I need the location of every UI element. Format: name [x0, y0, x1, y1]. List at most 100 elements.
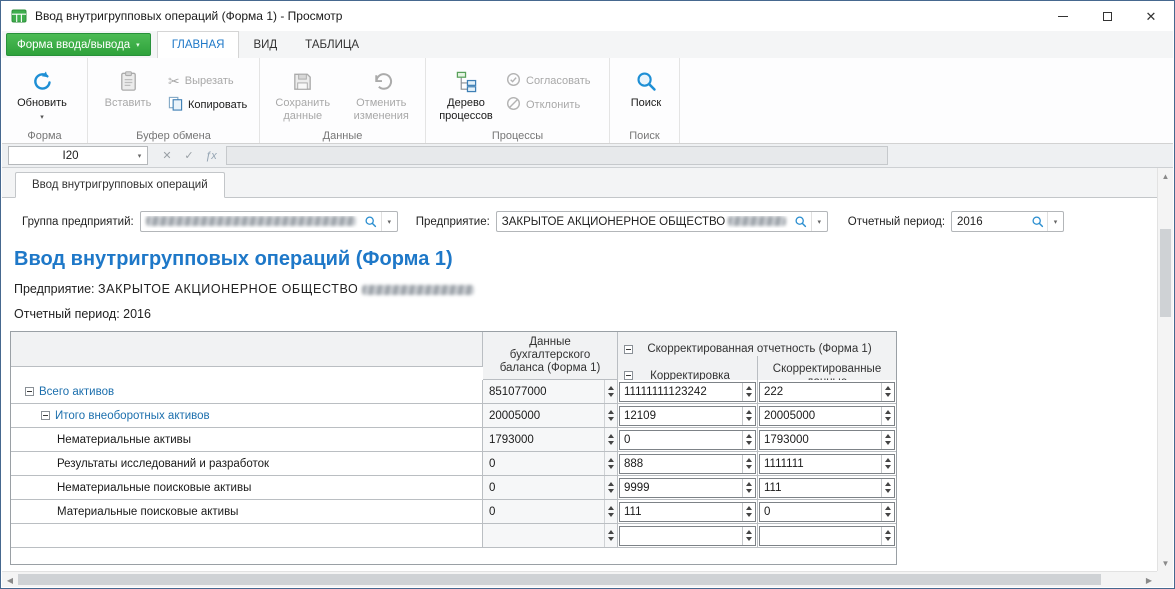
- spin-up-icon[interactable]: [608, 506, 614, 510]
- spin-up-icon[interactable]: [746, 482, 752, 486]
- scroll-right-icon[interactable]: ▶: [1141, 572, 1157, 588]
- adjusted-cell[interactable]: 1111111: [758, 452, 896, 476]
- minimize-button[interactable]: [1041, 1, 1085, 31]
- search-button[interactable]: Поиск: [614, 62, 678, 110]
- spin-up-icon[interactable]: [746, 410, 752, 414]
- balance-cell[interactable]: 20005000: [483, 404, 618, 428]
- spin-up-icon[interactable]: [608, 410, 614, 414]
- cell-reference-box[interactable]: I20 ▾: [8, 146, 148, 165]
- ribbon-tab-view[interactable]: ВИД: [239, 31, 291, 58]
- spin-up-icon[interactable]: [608, 482, 614, 486]
- spinner-arrows[interactable]: [604, 476, 617, 499]
- collapse-icon[interactable]: [624, 345, 633, 354]
- table-row-label[interactable]: [11, 524, 483, 548]
- adjusted-cell[interactable]: 111: [758, 476, 896, 500]
- spinner-arrows[interactable]: [742, 455, 755, 473]
- spinner-arrows[interactable]: [742, 527, 755, 545]
- collapse-icon[interactable]: [41, 411, 50, 420]
- close-button[interactable]: ✕: [1129, 1, 1173, 31]
- ribbon-tab-main[interactable]: ГЛАВНАЯ: [157, 31, 240, 58]
- adjustment-cell[interactable]: 12109: [618, 404, 758, 428]
- spin-down-icon[interactable]: [885, 393, 891, 397]
- spinner-arrows[interactable]: [742, 431, 755, 449]
- copy-button[interactable]: Копировать: [168, 95, 247, 115]
- spin-down-icon[interactable]: [746, 393, 752, 397]
- process-tree-button[interactable]: Дерево процессов: [430, 62, 502, 122]
- document-tab[interactable]: Ввод внутригрупповых операций: [15, 172, 225, 198]
- spin-up-icon[interactable]: [608, 458, 614, 462]
- spin-up-icon[interactable]: [746, 458, 752, 462]
- spin-up-icon[interactable]: [885, 458, 891, 462]
- spin-up-icon[interactable]: [885, 434, 891, 438]
- spinner-arrows[interactable]: [881, 479, 894, 497]
- spin-down-icon[interactable]: [608, 537, 614, 541]
- chevron-down-icon[interactable]: ▾: [132, 152, 147, 160]
- spin-down-icon[interactable]: [746, 465, 752, 469]
- spinner-arrows[interactable]: [742, 383, 755, 401]
- spin-down-icon[interactable]: [885, 537, 891, 541]
- spin-down-icon[interactable]: [885, 417, 891, 421]
- spin-up-icon[interactable]: [746, 506, 752, 510]
- spinner-arrows[interactable]: [881, 527, 894, 545]
- spin-down-icon[interactable]: [746, 441, 752, 445]
- spin-up-icon[interactable]: [885, 386, 891, 390]
- chevron-down-icon[interactable]: ▾: [1047, 212, 1063, 231]
- table-row-label[interactable]: Результаты исследований и разработок: [11, 452, 483, 476]
- spinner-arrows[interactable]: [881, 503, 894, 521]
- table-row-label[interactable]: Всего активов: [11, 380, 483, 404]
- period-filter-input[interactable]: 2016 ▾: [951, 211, 1064, 232]
- vertical-scrollbar[interactable]: ▲ ▼: [1157, 168, 1173, 571]
- spin-down-icon[interactable]: [608, 441, 614, 445]
- spinner-arrows[interactable]: [604, 428, 617, 451]
- spin-down-icon[interactable]: [885, 513, 891, 517]
- spin-up-icon[interactable]: [608, 530, 614, 534]
- adjustment-cell[interactable]: 111: [618, 500, 758, 524]
- adjusted-cell[interactable]: 0: [758, 500, 896, 524]
- maximize-button[interactable]: [1085, 1, 1129, 31]
- spin-down-icon[interactable]: [746, 489, 752, 493]
- spin-up-icon[interactable]: [746, 530, 752, 534]
- spinner-arrows[interactable]: [742, 407, 755, 425]
- spin-up-icon[interactable]: [608, 386, 614, 390]
- spin-up-icon[interactable]: [885, 482, 891, 486]
- spinner-arrows[interactable]: [604, 452, 617, 475]
- adjusted-cell[interactable]: 1793000: [758, 428, 896, 452]
- adjusted-cell[interactable]: 222: [758, 380, 896, 404]
- spin-up-icon[interactable]: [746, 434, 752, 438]
- horizontal-scrollbar[interactable]: ◀ ▶: [2, 571, 1157, 587]
- balance-cell[interactable]: 0: [483, 452, 618, 476]
- collapse-icon[interactable]: [624, 371, 633, 380]
- adjustment-cell[interactable]: 0: [618, 428, 758, 452]
- chevron-down-icon[interactable]: ▾: [811, 212, 827, 231]
- table-row-label[interactable]: Материальные поисковые активы: [11, 500, 483, 524]
- spin-down-icon[interactable]: [608, 465, 614, 469]
- balance-cell[interactable]: 0: [483, 500, 618, 524]
- ribbon-tab-table[interactable]: ТАБЛИЦА: [291, 31, 373, 58]
- adjustment-cell[interactable]: [618, 524, 758, 548]
- group-filter-input[interactable]: ▾: [140, 211, 398, 232]
- spin-down-icon[interactable]: [608, 393, 614, 397]
- scroll-up-icon[interactable]: ▲: [1158, 168, 1173, 184]
- balance-cell[interactable]: 1793000: [483, 428, 618, 452]
- spinner-arrows[interactable]: [881, 431, 894, 449]
- adjustment-cell[interactable]: 11111111123242: [618, 380, 758, 404]
- spinner-arrows[interactable]: [881, 407, 894, 425]
- refresh-button[interactable]: Обновить ▾: [6, 62, 78, 121]
- spin-down-icon[interactable]: [746, 417, 752, 421]
- spinner-arrows[interactable]: [742, 503, 755, 521]
- spinner-arrows[interactable]: [604, 524, 617, 547]
- table-row-label[interactable]: Нематериальные активы: [11, 428, 483, 452]
- scroll-down-icon[interactable]: ▼: [1158, 555, 1173, 571]
- horizontal-scroll-thumb[interactable]: [18, 574, 1101, 585]
- spin-up-icon[interactable]: [608, 434, 614, 438]
- spinner-arrows[interactable]: [604, 500, 617, 523]
- spinner-arrows[interactable]: [742, 479, 755, 497]
- spinner-arrows[interactable]: [881, 383, 894, 401]
- vertical-scroll-thumb[interactable]: [1160, 229, 1171, 317]
- spin-down-icon[interactable]: [608, 417, 614, 421]
- spin-down-icon[interactable]: [885, 441, 891, 445]
- balance-cell[interactable]: 851077000: [483, 380, 618, 404]
- spin-down-icon[interactable]: [746, 513, 752, 517]
- spin-down-icon[interactable]: [885, 489, 891, 493]
- spinner-arrows[interactable]: [604, 404, 617, 427]
